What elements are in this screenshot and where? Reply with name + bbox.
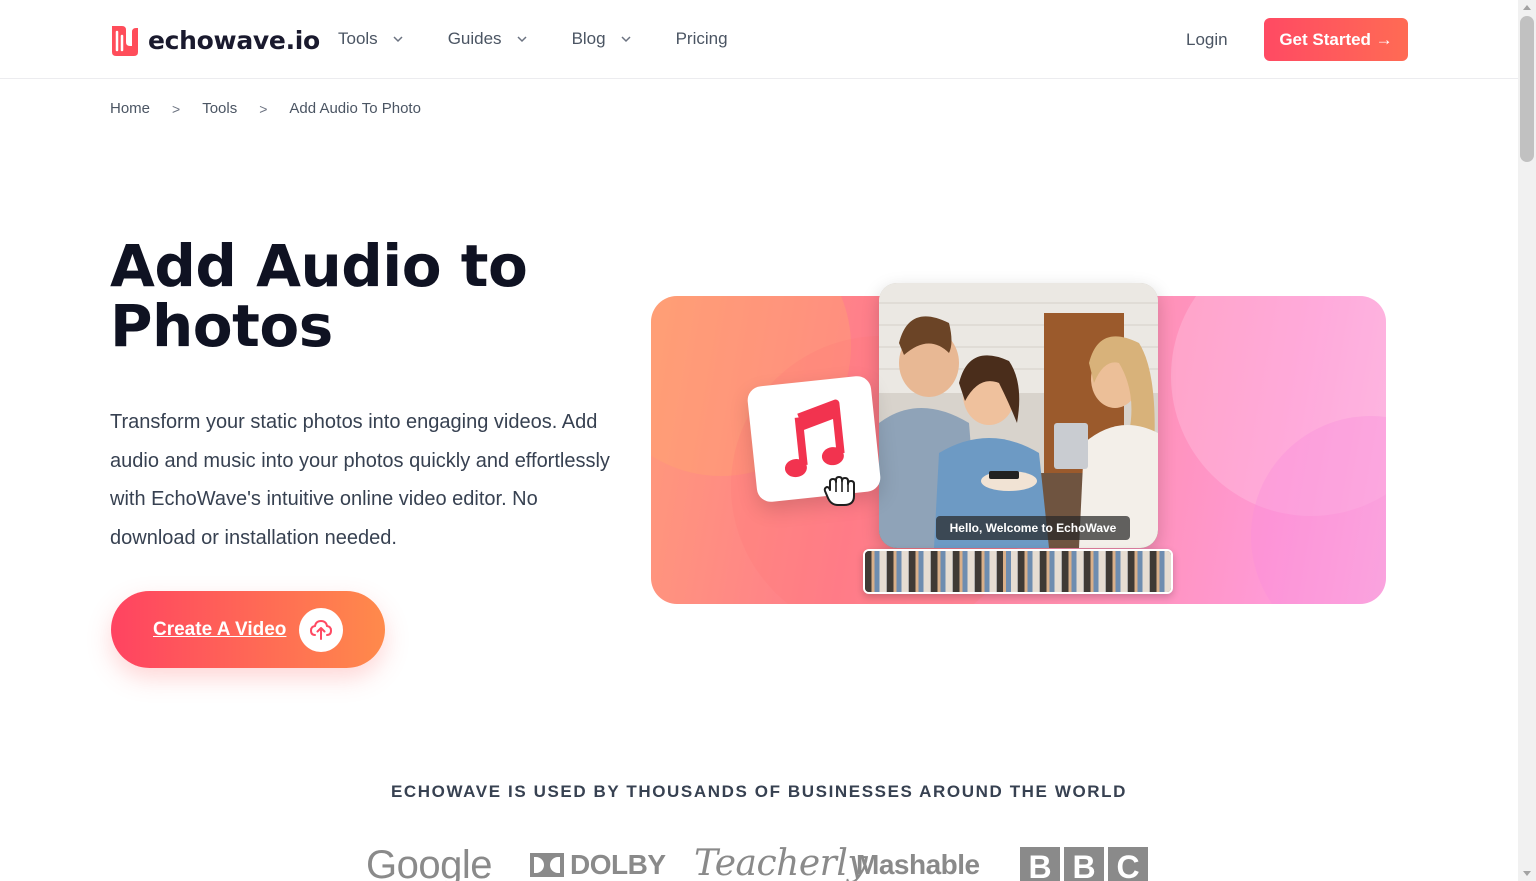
chevron-right-icon: > bbox=[172, 100, 181, 117]
bbc-letter: B bbox=[1020, 847, 1060, 881]
bbc-logo: B B C bbox=[1020, 847, 1148, 881]
chevron-down-icon bbox=[517, 36, 527, 43]
echowave-logo-icon bbox=[112, 26, 138, 56]
customer-logos: Google DOLBY Teacherly Mashable B B C bbox=[366, 843, 1166, 881]
nav-label-blog: Blog bbox=[571, 29, 606, 48]
nav-label-tools: Tools bbox=[338, 29, 378, 48]
timeline-frame bbox=[1149, 551, 1171, 592]
dolby-logo-text: DOLBY bbox=[570, 849, 666, 880]
page-scrollbar[interactable] bbox=[1518, 0, 1536, 881]
breadcrumb-home[interactable]: Home bbox=[110, 100, 150, 117]
video-caption: Hello, Welcome to EchoWave bbox=[936, 516, 1130, 540]
upload-cloud-icon bbox=[299, 608, 343, 652]
scroll-down-arrow-icon[interactable] bbox=[1523, 871, 1531, 876]
google-logo: Google bbox=[366, 843, 492, 881]
logo-link[interactable]: echowave.io bbox=[108, 22, 320, 58]
timeline-frame bbox=[886, 551, 909, 592]
timeline-frame bbox=[1062, 551, 1085, 592]
nav-label-pricing: Pricing bbox=[675, 29, 728, 48]
site-header: echowave.io Tools Guides Blog Pricing Lo… bbox=[0, 0, 1518, 79]
teacherly-logo: Teacherly bbox=[694, 843, 868, 881]
bbc-letter: B bbox=[1064, 847, 1104, 881]
create-video-label: Create A Video bbox=[153, 618, 287, 640]
timeline-frame bbox=[908, 551, 931, 592]
music-note-icon bbox=[784, 399, 845, 478]
breadcrumb-current: Add Audio To Photo bbox=[289, 100, 421, 117]
video-timeline-filmstrip[interactable] bbox=[863, 549, 1173, 594]
timeline-frame bbox=[1106, 551, 1129, 592]
timeline-frame bbox=[996, 551, 1019, 592]
timeline-frame bbox=[974, 551, 997, 592]
mashable-logo: Mashable bbox=[856, 849, 980, 880]
trust-heading: ECHOWAVE IS USED BY THOUSANDS OF BUSINES… bbox=[390, 782, 1128, 801]
timeline-frame bbox=[1018, 551, 1041, 592]
timeline-frame bbox=[1084, 551, 1107, 592]
login-link[interactable]: Login bbox=[1186, 30, 1228, 50]
video-preview-image bbox=[879, 283, 1158, 548]
timeline-frame bbox=[930, 551, 953, 592]
nav-item-blog[interactable]: Blog bbox=[572, 29, 632, 49]
nav-label-guides: Guides bbox=[447, 29, 502, 48]
dolby-mark-icon bbox=[530, 853, 564, 877]
scroll-thumb[interactable] bbox=[1520, 16, 1534, 162]
main-nav: Tools Guides Blog Pricing bbox=[338, 29, 728, 49]
hero-description: Transform your static photos into engagi… bbox=[110, 411, 610, 549]
dolby-logo: DOLBY bbox=[530, 849, 666, 881]
nav-item-pricing[interactable]: Pricing bbox=[676, 29, 728, 49]
nav-item-tools[interactable]: Tools bbox=[338, 29, 404, 49]
logo-text: echowave.io bbox=[148, 25, 320, 55]
bbc-letter: C bbox=[1108, 847, 1148, 881]
video-preview-photo bbox=[879, 283, 1158, 548]
timeline-frame bbox=[952, 551, 975, 592]
breadcrumb: Home > Tools > Add Audio To Photo bbox=[110, 100, 421, 117]
nav-item-guides[interactable]: Guides bbox=[448, 29, 528, 49]
breadcrumb-tools[interactable]: Tools bbox=[202, 100, 237, 117]
music-note-card bbox=[746, 374, 882, 504]
scroll-up-arrow-icon[interactable] bbox=[1523, 5, 1531, 10]
timeline-frame bbox=[1040, 551, 1063, 592]
chevron-down-icon bbox=[621, 36, 631, 43]
chevron-right-icon: > bbox=[259, 100, 268, 117]
hand-pointer-icon bbox=[823, 476, 855, 506]
get-started-button[interactable]: Get Started → bbox=[1264, 18, 1408, 61]
page-title: Add Audio to Photos bbox=[110, 232, 528, 360]
timeline-frame bbox=[865, 551, 887, 592]
chevron-down-icon bbox=[393, 36, 403, 43]
create-video-button[interactable]: Create A Video bbox=[111, 591, 385, 668]
timeline-frame bbox=[1128, 551, 1150, 592]
